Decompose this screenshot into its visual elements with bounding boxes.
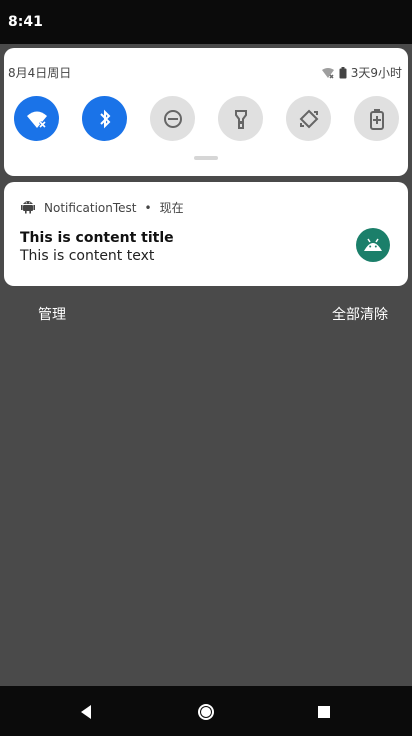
clear-all-button[interactable]: 全部清除 <box>332 304 388 324</box>
notification-header: NotificationTest • 现在 <box>20 198 184 217</box>
notification-card[interactable]: NotificationTest • 现在 This is content ti… <box>4 182 408 286</box>
recents-icon <box>318 706 330 718</box>
quick-settings-tiles <box>14 96 402 142</box>
back-icon <box>81 705 91 719</box>
rotate-icon <box>299 109 318 128</box>
back-button[interactable] <box>76 702 96 722</box>
quick-settings-panel: 8月4日周日 3天9小时 <box>4 48 408 176</box>
notification-actions: 管理 全部清除 <box>0 300 412 324</box>
wifi-tile[interactable] <box>14 96 59 141</box>
battery-remaining: 3天9小时 <box>350 66 402 80</box>
notification-app-name: NotificationTest <box>44 200 137 215</box>
status-time: 8:41 <box>8 14 43 30</box>
status-bar: 8:41 <box>0 0 412 44</box>
recents-button[interactable] <box>314 702 334 722</box>
battery-saver-tile[interactable] <box>354 96 399 141</box>
auto-rotate-tile[interactable] <box>286 96 331 141</box>
bluetooth-tile[interactable] <box>82 96 127 141</box>
status-indicators: 3天9小时 <box>321 64 402 81</box>
flashlight-icon <box>234 109 247 129</box>
android-icon <box>20 198 36 217</box>
do-not-disturb-tile[interactable] <box>150 96 195 141</box>
expand-handle[interactable] <box>194 156 218 160</box>
android-head-icon <box>364 238 382 251</box>
notification-separator: • <box>144 200 152 215</box>
app-large-icon <box>356 228 390 262</box>
home-button[interactable] <box>196 702 216 722</box>
navigation-bar <box>0 686 412 736</box>
manage-button[interactable]: 管理 <box>38 304 66 324</box>
wifi-signal-icon <box>321 67 335 79</box>
flashlight-tile[interactable] <box>218 96 263 141</box>
do-not-disturb-icon <box>163 109 182 128</box>
bluetooth-icon <box>99 109 110 128</box>
notification-time: 现在 <box>159 201 184 215</box>
notification-title: This is content title <box>20 230 174 246</box>
battery-icon <box>339 66 347 79</box>
wifi-icon <box>26 111 47 128</box>
notification-text: This is content text <box>20 248 155 264</box>
date-label: 8月4日周日 <box>8 66 72 80</box>
home-icon <box>198 704 214 720</box>
battery-saver-icon <box>369 108 384 130</box>
